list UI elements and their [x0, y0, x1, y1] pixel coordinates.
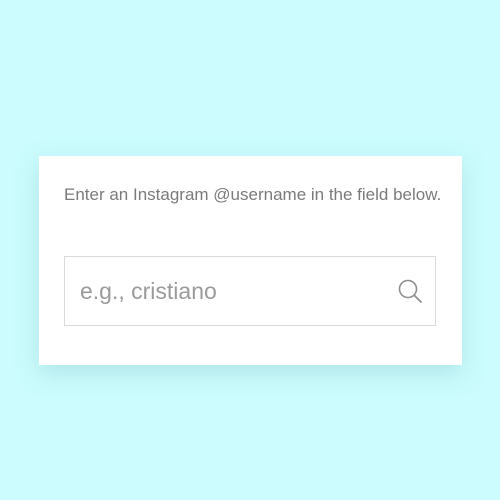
- username-search-field[interactable]: [64, 256, 436, 326]
- username-input[interactable]: [65, 257, 385, 325]
- username-search-card: Enter an Instagram @username in the fiel…: [39, 156, 462, 365]
- search-icon[interactable]: [397, 278, 423, 304]
- instructions-text: Enter an Instagram @username in the fiel…: [64, 185, 442, 204]
